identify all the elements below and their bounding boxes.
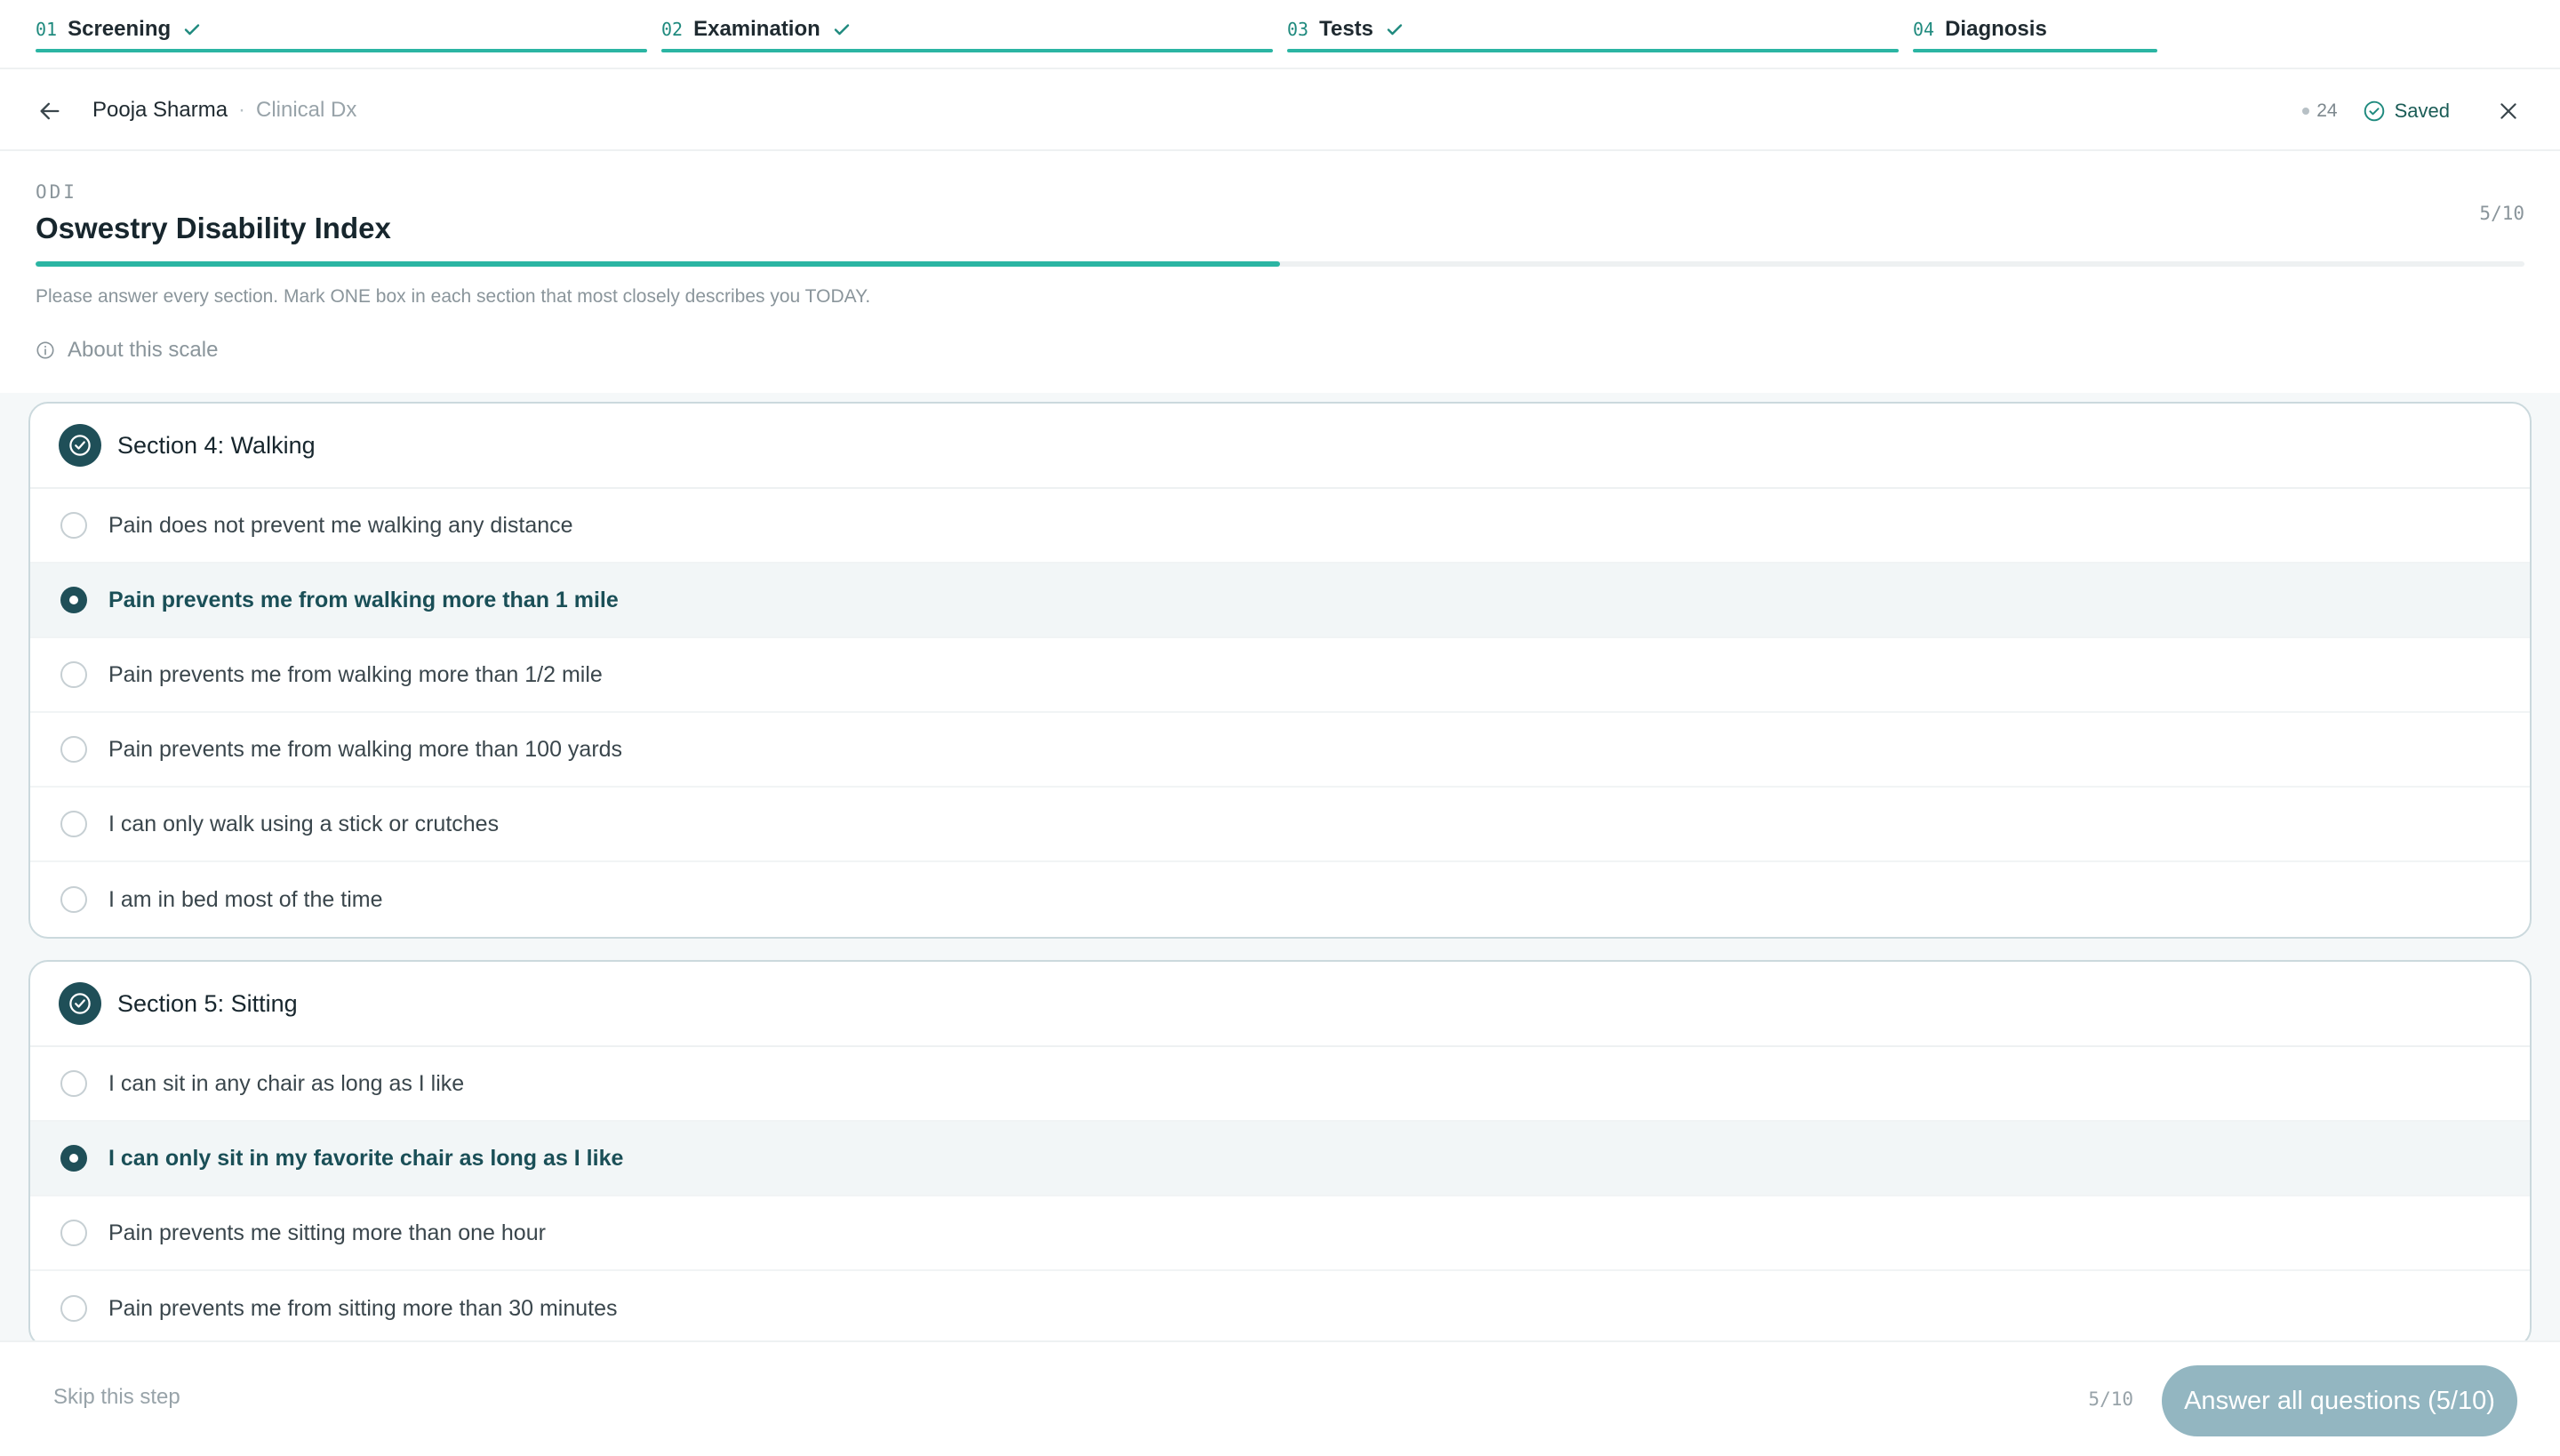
- option-label: Pain prevents me from walking more than …: [108, 661, 603, 687]
- arrow-left-icon: [40, 102, 60, 120]
- radio-button[interactable]: [60, 811, 87, 837]
- step-tests[interactable]: 03 Tests: [1287, 0, 1899, 55]
- step-number: 01: [36, 19, 58, 40]
- footer-progress-count: 5/10: [2088, 1388, 2133, 1410]
- footer-bar: Skip this step 5/10 Answer all questions…: [0, 1340, 2560, 1456]
- option-label: Pain does not prevent me walking any dis…: [108, 512, 573, 538]
- step-progress-bar: [661, 49, 1273, 52]
- option-label: Pain prevents me from walking more than …: [108, 587, 619, 612]
- patient-name: Pooja Sharma: [92, 98, 228, 122]
- radio-button[interactable]: [60, 661, 87, 688]
- section-complete-icon: [59, 424, 101, 467]
- step-number: 02: [661, 19, 684, 40]
- header-status: 24 Saved: [2302, 92, 2524, 130]
- option-radio[interactable]: Pain prevents me from walking more than …: [30, 638, 2530, 713]
- info-icon: [36, 341, 54, 359]
- step-label: Examination: [693, 17, 820, 41]
- scale-progress-fill: [36, 261, 1280, 267]
- item-count: 24: [2316, 100, 2338, 121]
- progress-stepper: 01 Screening 02 Examination 03 Tests 04 …: [0, 0, 2560, 69]
- check-icon: [1387, 24, 1403, 36]
- section-title: Section 5: Sitting: [117, 989, 298, 1017]
- option-label: Pain prevents me from walking more than …: [108, 736, 623, 762]
- section-walking: Section 4: Walking Pain does not prevent…: [28, 402, 2532, 939]
- section-sitting: Section 5: Sitting I can sit in any chai…: [28, 960, 2532, 1340]
- section-header: Section 4: Walking: [30, 404, 2530, 489]
- step-number: 03: [1287, 19, 1309, 40]
- skip-step-button[interactable]: Skip this step: [53, 1385, 180, 1410]
- saved-status: Saved: [2394, 100, 2450, 122]
- option-radio[interactable]: Pain prevents me from sitting more than …: [30, 1271, 2530, 1340]
- option-radio[interactable]: Pain prevents me sitting more than one h…: [30, 1196, 2530, 1271]
- scale-intro: ODI Oswestry Disability Index 5/10 Pleas…: [0, 153, 2560, 393]
- radio-button[interactable]: [60, 886, 87, 913]
- section-header: Section 5: Sitting: [30, 962, 2530, 1047]
- scale-title: Oswestry Disability Index: [36, 212, 391, 244]
- option-radio[interactable]: I can sit in any chair as long as I like: [30, 1047, 2530, 1122]
- option-radio[interactable]: I can only sit in my favorite chair as l…: [30, 1122, 2530, 1196]
- option-radio[interactable]: Pain does not prevent me walking any dis…: [30, 489, 2530, 564]
- answer-all-button[interactable]: Answer all questions (5/10): [2162, 1365, 2517, 1436]
- radio-button[interactable]: [60, 736, 87, 763]
- radio-button[interactable]: [60, 1070, 87, 1097]
- patient-header: Pooja Sharma · Clinical Dx 24 Saved: [0, 71, 2560, 151]
- close-button[interactable]: [2492, 95, 2524, 127]
- breadcrumb-context: Clinical Dx: [256, 98, 357, 122]
- radio-button[interactable]: [60, 1220, 87, 1246]
- option-radio[interactable]: Pain prevents me from walking more than …: [30, 564, 2530, 638]
- option-radio[interactable]: I can only walk using a stick or crutche…: [30, 788, 2530, 862]
- option-label: I can only sit in my favorite chair as l…: [108, 1145, 624, 1171]
- step-label: Screening: [68, 17, 172, 41]
- radio-button[interactable]: [60, 587, 87, 613]
- back-button[interactable]: [32, 93, 68, 129]
- section-complete-icon: [59, 982, 101, 1025]
- scale-instructions: Please answer every section. Mark ONE bo…: [36, 286, 871, 307]
- close-icon: [2500, 103, 2516, 119]
- about-scale-link[interactable]: About this scale: [36, 336, 218, 364]
- check-circle-icon: [2364, 100, 2384, 122]
- step-screening[interactable]: 01 Screening: [36, 0, 647, 55]
- question-list[interactable]: Section 4: Walking Pain does not prevent…: [0, 393, 2560, 1340]
- option-label: I can sit in any chair as long as I like: [108, 1070, 465, 1096]
- step-number: 04: [1913, 19, 1935, 40]
- status-dot: [2302, 108, 2310, 115]
- step-label: Diagnosis: [1945, 17, 2047, 41]
- option-label: Pain prevents me from sitting more than …: [108, 1295, 618, 1321]
- option-radio[interactable]: I am in bed most of the time: [30, 862, 2530, 937]
- radio-button[interactable]: [60, 512, 87, 539]
- option-label: Pain prevents me sitting more than one h…: [108, 1220, 546, 1245]
- step-progress-bar: [1287, 49, 1899, 52]
- step-examination[interactable]: 02 Examination: [661, 0, 1273, 55]
- about-scale-label: About this scale: [68, 338, 219, 362]
- step-diagnosis[interactable]: 04 Diagnosis: [1913, 0, 2524, 55]
- section-title: Section 4: Walking: [117, 431, 316, 459]
- breadcrumb-separator: ·: [238, 98, 245, 122]
- step-label: Tests: [1319, 17, 1374, 41]
- scale-code: ODI: [36, 181, 77, 203]
- radio-button[interactable]: [60, 1145, 87, 1172]
- radio-button[interactable]: [60, 1295, 87, 1322]
- check-icon: [834, 24, 849, 36]
- step-progress-bar: [36, 49, 647, 52]
- scale-progress-count: 5/10: [2479, 203, 2524, 224]
- option-label: I can only walk using a stick or crutche…: [108, 811, 500, 836]
- check-icon: [184, 24, 200, 36]
- scale-progress-track: [36, 261, 2524, 267]
- step-progress-bar: [1913, 49, 2157, 52]
- option-label: I am in bed most of the time: [108, 886, 383, 912]
- option-radio[interactable]: Pain prevents me from walking more than …: [30, 713, 2530, 788]
